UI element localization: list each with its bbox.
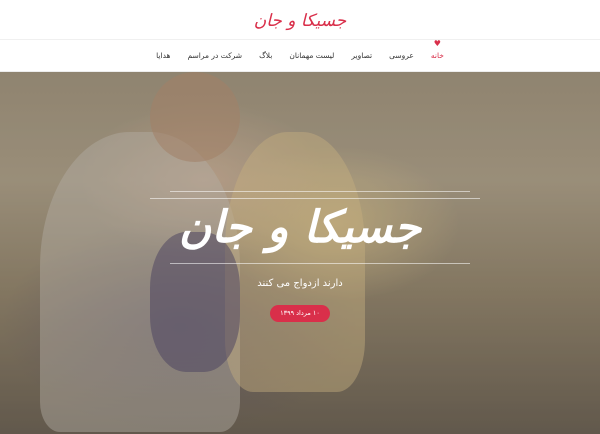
site-header: جسیکا و جان ♥ خانه عروسی تصاویر لیست مهم… [0, 0, 600, 72]
nav-item-gifts[interactable]: هدایا [156, 40, 170, 72]
hero-decor-line [170, 263, 470, 264]
heart-icon: ♥ [433, 39, 441, 48]
site-logo[interactable]: جسیکا و جان [0, 6, 600, 36]
nav-item-label: خانه [430, 51, 444, 60]
wedding-date-button[interactable]: ۱۰ مرداد ۱۳۹۹ [270, 305, 330, 322]
nav-item-photos[interactable]: تصاویر [351, 40, 372, 72]
hero-section: جسیکا و جان دارند ازدواج می کنند ۱۰ مردا… [0, 72, 600, 434]
nav-item-home[interactable]: ♥ خانه [431, 40, 444, 72]
nav-item-label: شرکت در مراسم [187, 51, 243, 60]
main-nav: ♥ خانه عروسی تصاویر لیست مهمانان بلاگ شر… [0, 40, 600, 72]
hero-subtitle: دارند ازدواج می کنند [257, 278, 343, 289]
hero-decor-line [170, 191, 470, 192]
nav-item-rsvp[interactable]: شرکت در مراسم [187, 40, 242, 72]
nav-item-label: هدایا [156, 51, 171, 60]
nav-item-wedding[interactable]: عروسی [389, 40, 414, 72]
nav-item-label: عروسی [389, 51, 414, 60]
nav-item-guest-list[interactable]: لیست مهمانان [289, 40, 334, 72]
nav-item-label: لیست مهمانان [289, 51, 335, 60]
nav-item-label: تصاویر [351, 51, 373, 60]
hero-title: جسیکا و جان [178, 202, 422, 253]
nav-item-label: بلاگ [259, 51, 273, 60]
nav-item-blog[interactable]: بلاگ [259, 40, 272, 72]
